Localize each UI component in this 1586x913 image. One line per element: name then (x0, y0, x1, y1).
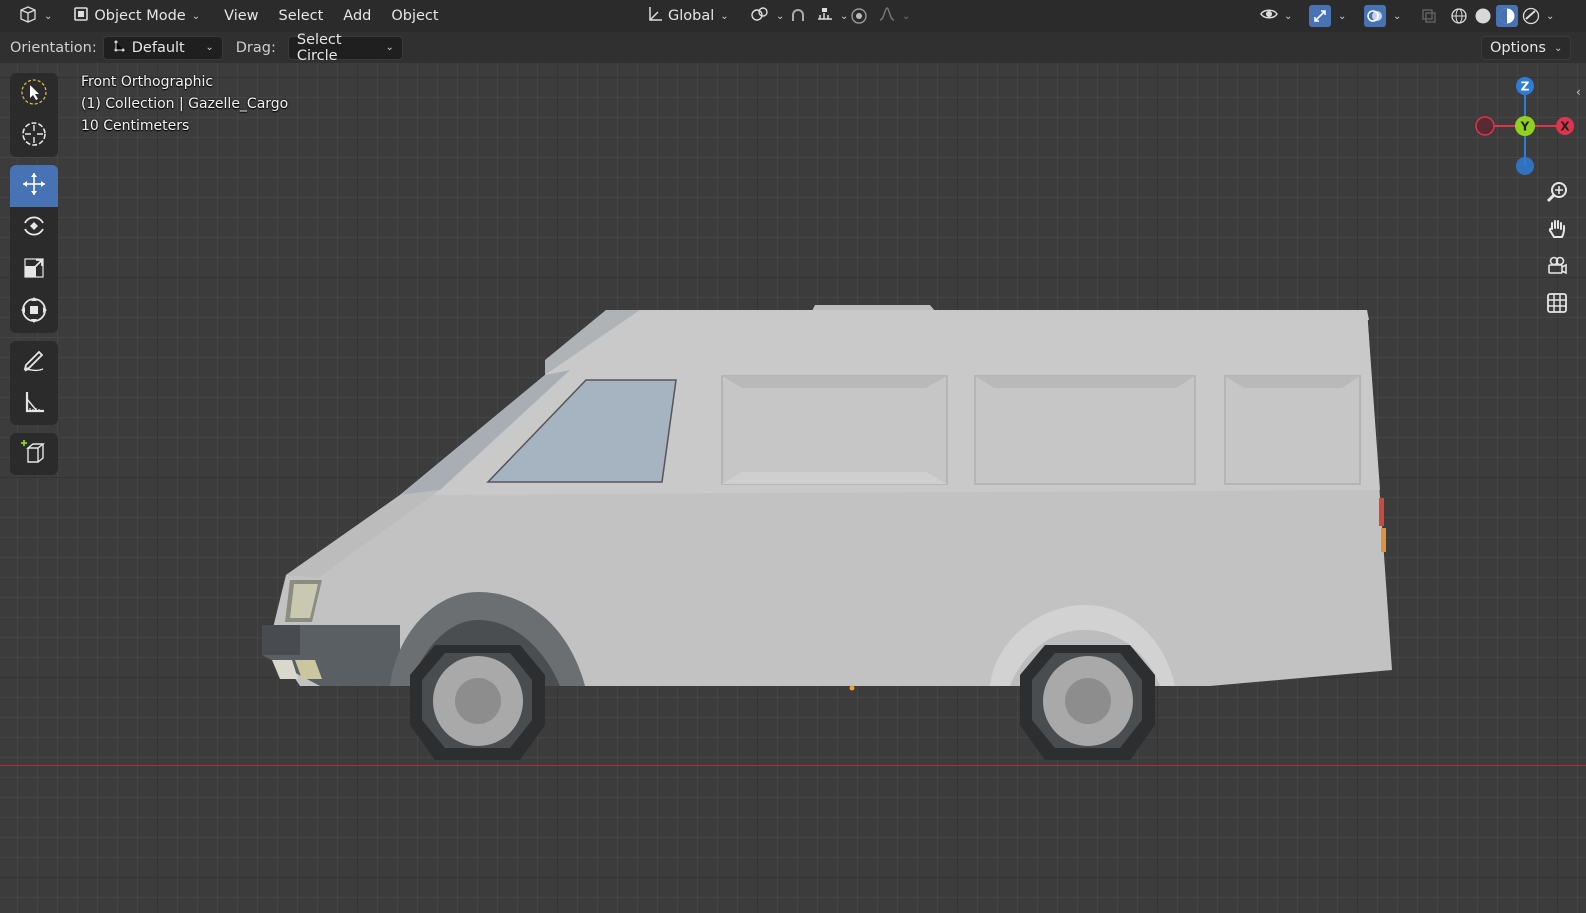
falloff-curve-icon (878, 5, 896, 27)
chevron-down-icon: ⌄ (44, 10, 53, 22)
chevron-down-icon: ⌄ (902, 10, 911, 22)
chevron-down-icon: ⌄ (776, 10, 785, 22)
chevron-down-icon: ⌄ (1546, 10, 1555, 22)
select-box-tool[interactable] (10, 73, 58, 115)
material-preview-shading-icon[interactable] (1496, 5, 1518, 27)
perspective-toggle-button[interactable] (1541, 289, 1573, 321)
grid-icon (1546, 292, 1568, 318)
menu-add[interactable]: Add (337, 4, 377, 28)
gizmo-toggle-icon[interactable] (1309, 5, 1331, 27)
transform-tool[interactable] (10, 291, 58, 333)
gizmo-x-label: X (1560, 120, 1570, 134)
zoom-magnifier-icon (1546, 181, 1568, 207)
pivot-point-dropdown[interactable]: ⌄ (744, 4, 790, 28)
drag-value: Select Circle (296, 31, 342, 64)
editor-type-menu[interactable]: ⌄ (12, 4, 58, 28)
chevron-down-icon: ⌄ (191, 10, 201, 22)
ruler-icon (19, 387, 49, 421)
orientation-axes-icon (112, 38, 126, 58)
menu-object[interactable]: Object (385, 4, 444, 28)
transform-icon (19, 295, 49, 329)
annotate-tool[interactable] (10, 341, 58, 383)
axes-orientation-icon (646, 5, 664, 27)
move-arrows-icon (19, 169, 49, 203)
measure-tool[interactable] (10, 383, 58, 425)
solid-shading-icon[interactable] (1472, 5, 1494, 27)
van-model[interactable] (0, 63, 1586, 913)
move-tool[interactable] (10, 165, 58, 207)
viewport-header: ⌄ Object Mode ⌄ View Select Add Object G… (0, 0, 1586, 32)
transform-orientation-label: Global (668, 8, 715, 24)
3d-viewport-icon (18, 5, 38, 27)
3d-viewport[interactable]: Front Orthographic (1) Collection | Gaze… (0, 63, 1586, 913)
pivot-icon (750, 5, 770, 27)
scale-info: 10 Centimeters (81, 118, 190, 134)
hand-icon (1546, 218, 1568, 244)
menu-select[interactable]: Select (273, 4, 330, 28)
options-label: Options (1490, 40, 1546, 56)
annotate-pencil-icon (19, 345, 49, 379)
snap-increment-icon (816, 5, 834, 27)
view-name: Front Orthographic (81, 74, 214, 90)
shading-dropdown[interactable]: ⌄ (1538, 4, 1560, 28)
chevron-down-icon: ⌄ (205, 42, 214, 53)
overlays-toggle-icon[interactable] (1364, 5, 1386, 27)
cursor-arrow-icon (19, 77, 49, 111)
3d-cursor-icon (19, 119, 49, 153)
snap-toggle-icon[interactable] (787, 5, 809, 27)
pan-button[interactable] (1541, 215, 1573, 247)
camera-icon (1546, 255, 1568, 281)
navigation-gizmo[interactable]: Z X Y (1470, 70, 1580, 180)
rotate-tool[interactable] (10, 207, 58, 249)
chevron-down-icon: ⌄ (720, 10, 729, 22)
gizmo-y-label: Y (1520, 120, 1530, 134)
scale-icon (19, 253, 49, 287)
chevron-down-icon: ⌄ (385, 42, 394, 53)
add-cube-icon (19, 437, 49, 471)
gizmo-z-label: Z (1521, 80, 1530, 94)
drag-dropdown[interactable]: Select Circle ⌄ (287, 32, 403, 64)
sidebar-toggle-icon[interactable]: ‹ (1576, 85, 1581, 99)
gizmo-dropdown[interactable]: ⌄ (1330, 4, 1352, 28)
xray-toggle-icon[interactable] (1418, 5, 1440, 27)
orientation-value: Default (131, 39, 185, 56)
mode-label: Object Mode (94, 8, 186, 24)
transform-orientation-dropdown[interactable]: Global ⌄ (640, 4, 735, 28)
add-cube-tool[interactable] (10, 433, 58, 475)
menu-view[interactable]: View (218, 4, 264, 28)
overlays-dropdown[interactable]: ⌄ (1385, 4, 1407, 28)
mode-dropdown[interactable]: Object Mode ⌄ (66, 4, 206, 28)
tool-settings-bar: Orientation: Default ⌄ Drag: Select Circ… (0, 32, 1586, 64)
collection-info: (1) Collection | Gazelle_Cargo (81, 96, 289, 112)
chevron-down-icon: ⌄ (1553, 42, 1563, 54)
wireframe-shading-icon[interactable] (1448, 5, 1470, 27)
orientation-dropdown[interactable]: Default ⌄ (102, 35, 223, 60)
rear-wheel (1020, 645, 1155, 760)
chevron-down-icon: ⌄ (1338, 10, 1347, 22)
camera-view-button[interactable] (1541, 252, 1573, 284)
object-mode-icon (72, 5, 90, 27)
chevron-down-icon: ⌄ (1393, 10, 1402, 22)
eye-icon (1260, 5, 1278, 27)
options-dropdown[interactable]: Options ⌄ (1481, 36, 1572, 60)
chevron-down-icon: ⌄ (1284, 10, 1293, 22)
front-wheel (410, 645, 545, 760)
zoom-button[interactable] (1541, 178, 1573, 210)
falloff-dropdown[interactable]: ⌄ (872, 4, 916, 28)
visibility-dropdown[interactable]: ⌄ (1254, 4, 1298, 28)
scale-tool[interactable] (10, 249, 58, 291)
drag-label: Drag: (235, 39, 276, 56)
rotate-icon (19, 211, 49, 245)
orientation-label: Orientation: (10, 39, 97, 56)
proportional-editing-icon[interactable] (848, 5, 870, 27)
cursor-tool[interactable] (10, 115, 58, 157)
